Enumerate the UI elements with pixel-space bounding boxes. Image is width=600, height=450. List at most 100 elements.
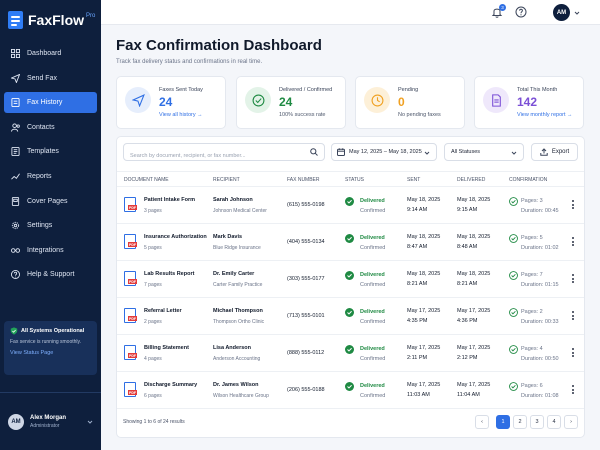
delivered-date: May 17, 2025 xyxy=(457,308,491,314)
topbar-avatar[interactable]: AM xyxy=(553,4,570,21)
sent-time: 8:21 AM xyxy=(407,281,428,287)
more-actions-icon[interactable] xyxy=(571,237,575,247)
page-subtitle: Track fax delivery status and confirmati… xyxy=(116,59,263,65)
pagination-page-3[interactable]: 3 xyxy=(530,415,544,429)
sidebar-item-label: Settings xyxy=(27,222,53,230)
confirmed-text: Confirmed xyxy=(360,319,386,325)
document-name[interactable]: Billing Statement xyxy=(144,345,189,351)
sidebar-item-contacts[interactable]: Contacts xyxy=(4,117,97,138)
pagination-page-4[interactable]: 4 xyxy=(547,415,561,429)
col-header-sent[interactable]: SENT xyxy=(407,177,420,183)
chevron-down-icon xyxy=(87,420,93,424)
pagination-next-button[interactable]: › xyxy=(564,415,578,429)
document-name[interactable]: Discharge Summary xyxy=(144,382,197,388)
user-info: Alex Morgan Administrator xyxy=(30,415,66,429)
confirmation-duration: Duration: 00:45 xyxy=(521,208,559,214)
sidebar-item-label: Help & Support xyxy=(27,271,75,279)
chevron-down-icon[interactable] xyxy=(574,10,580,16)
avatar: AM xyxy=(8,413,24,430)
recipient-name: Mark Davis xyxy=(213,234,243,240)
date-range-picker[interactable]: May 12, 2025 – May 18, 2025 xyxy=(331,143,437,161)
pagination-page-2[interactable]: 2 xyxy=(513,415,527,429)
col-header-document[interactable]: DOCUMENT NAME xyxy=(124,177,169,183)
sidebar-item-fax-history[interactable]: Fax History xyxy=(4,92,97,114)
sent-date: May 17, 2025 xyxy=(407,345,441,351)
search-input[interactable] xyxy=(124,148,304,164)
col-header-confirmation[interactable]: CONFIRMATION xyxy=(509,177,547,183)
user-menu[interactable]: AM Alex Morgan Administrator xyxy=(0,392,101,450)
shield-check-icon xyxy=(10,327,18,335)
sidebar-item-reports[interactable]: Reports xyxy=(4,166,97,187)
pagination-page-1[interactable]: 1 xyxy=(496,415,510,429)
table-row[interactable]: PDF Billing Statement 4 pages Lisa Anderson… xyxy=(117,335,584,372)
document-name[interactable]: Lab Results Report xyxy=(144,271,194,277)
sent-time: 9:14 AM xyxy=(407,207,428,213)
recipient-name: Sarah Johnson xyxy=(213,197,253,203)
status-filter-select[interactable]: All Statuses xyxy=(444,143,524,161)
col-header-status[interactable]: STATUS xyxy=(345,177,364,183)
sidebar-item-send-fax[interactable]: Send Fax xyxy=(4,68,97,89)
document-pages: 4 pages xyxy=(144,356,162,362)
table-row[interactable]: PDF Insurance Authorization 5 pages Mark Da… xyxy=(117,224,584,261)
status-badge: Delivered xyxy=(360,198,385,204)
table-row[interactable]: PDF Referral Letter 2 pages Michael Thompso… xyxy=(117,298,584,335)
document-name[interactable]: Referral Letter xyxy=(144,308,182,314)
more-actions-icon[interactable] xyxy=(571,348,575,358)
document-name[interactable]: Insurance Authorization xyxy=(144,234,207,240)
sidebar-item-templates[interactable]: Templates xyxy=(4,141,97,162)
check-circle-icon xyxy=(345,308,354,317)
table-row[interactable]: PDF Lab Results Report 7 pages Dr. Emily Ca… xyxy=(117,261,584,298)
col-header-fax-number[interactable]: FAX NUMBER xyxy=(287,177,320,183)
document-pages: 6 pages xyxy=(144,393,162,399)
more-actions-icon[interactable] xyxy=(571,200,575,210)
stat-label: Total This Month xyxy=(517,87,558,93)
fax-number: (888) 555-0112 xyxy=(287,350,325,356)
more-actions-icon[interactable] xyxy=(571,274,575,284)
table-row[interactable]: PDF Discharge Summary 6 pages Dr. James Wil… xyxy=(117,372,584,409)
check-circle-icon xyxy=(345,382,354,391)
confirmed-text: Confirmed xyxy=(360,245,386,251)
stat-value: 0 xyxy=(398,95,405,109)
recipient-name: Dr. James Wilson xyxy=(213,382,259,388)
export-button[interactable]: Export xyxy=(531,143,578,161)
sent-time: 11:03 AM xyxy=(407,392,430,398)
confirmation-pages: Pages: 2 xyxy=(521,309,543,315)
view-all-history-link[interactable]: View all history → xyxy=(159,112,203,118)
delivered-time: 11:04 AM xyxy=(457,392,480,398)
confirmed-text: Confirmed xyxy=(360,282,386,288)
view-monthly-report-link[interactable]: View monthly report → xyxy=(517,112,573,118)
pdf-file-icon: PDF xyxy=(124,234,137,249)
col-header-delivered[interactable]: DELIVERED xyxy=(457,177,485,183)
confirmation-duration: Duration: 01:15 xyxy=(521,282,559,288)
recipient-name: Michael Thompson xyxy=(213,308,263,314)
view-status-link[interactable]: View Status Page xyxy=(10,350,91,356)
system-status-title: All Systems Operational xyxy=(21,328,85,334)
delivered-date: May 18, 2025 xyxy=(457,271,491,277)
table-row[interactable]: PDF Patient Intake Form 3 pages Sarah Johns… xyxy=(117,187,584,224)
search-icon[interactable] xyxy=(310,148,318,156)
send-icon xyxy=(125,87,151,113)
check-circle-icon xyxy=(345,345,354,354)
status-filter-value: All Statuses xyxy=(451,149,481,155)
sidebar-item-label: Fax History xyxy=(27,99,63,107)
sidebar-item-dashboard[interactable]: Dashboard xyxy=(4,43,97,64)
col-header-recipient[interactable]: RECIPIENT xyxy=(213,177,240,183)
search-box[interactable] xyxy=(123,143,325,164)
help-icon[interactable] xyxy=(515,6,527,18)
sidebar-item-cover-pages[interactable]: Cover Pages xyxy=(4,191,97,212)
document-name[interactable]: Patient Intake Form xyxy=(144,197,195,203)
sidebar-item-integrations[interactable]: Integrations xyxy=(4,240,97,261)
check-outline-icon xyxy=(509,197,518,206)
more-actions-icon[interactable] xyxy=(571,311,575,321)
fax-number: (303) 555-0177 xyxy=(287,276,325,282)
app-logo[interactable]: FaxFlow Pro xyxy=(8,11,95,29)
delivered-date: May 18, 2025 xyxy=(457,234,491,240)
stat-value: 142 xyxy=(517,95,538,109)
fax-number: (206) 555-0188 xyxy=(287,387,325,393)
pagination-prev-button[interactable]: ‹ xyxy=(475,415,489,429)
more-actions-icon[interactable] xyxy=(571,385,575,395)
sidebar-item-help-support[interactable]: Help & Support xyxy=(4,264,97,285)
stat-sub: No pending faxes xyxy=(398,112,441,118)
sent-date: May 17, 2025 xyxy=(407,382,441,388)
sidebar-item-settings[interactable]: Settings xyxy=(4,215,97,236)
